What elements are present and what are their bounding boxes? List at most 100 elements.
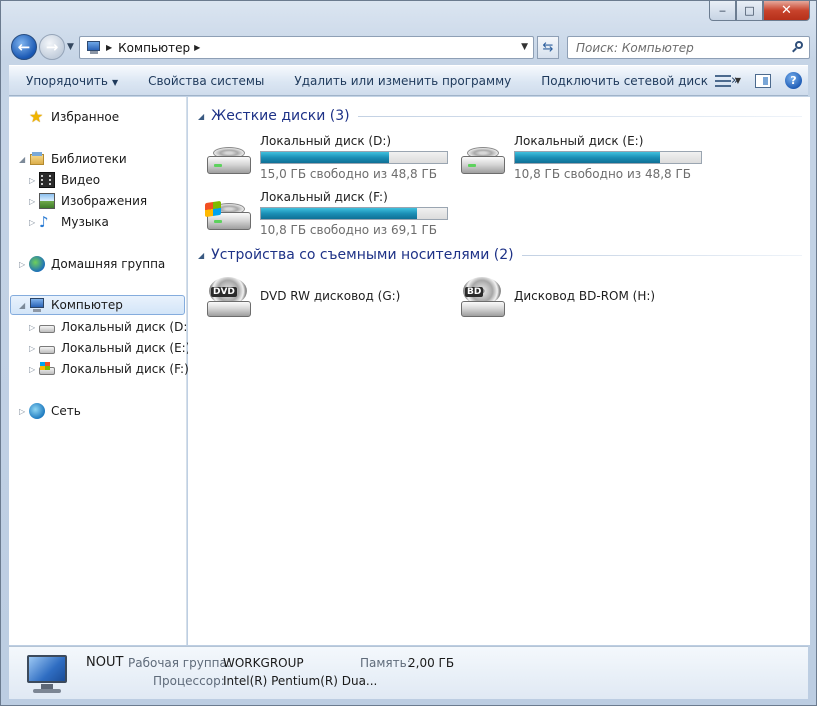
expand-arrow-icon[interactable]: ▷ [29,218,39,227]
forward-button[interactable]: → [39,34,65,60]
hard-drive-icon [39,346,55,354]
nav-item-label: Изображения [61,194,148,208]
navigation-pane: ★ Избранное ◢ Библиотеки ▷ Видео ▷ Изобр… [9,97,192,645]
nav-item-images[interactable]: ▷ Изображения [29,191,147,211]
chevron-down-icon: ▼ [111,77,119,87]
network-icon [29,403,45,419]
close-button[interactable]: ✕ [763,1,810,21]
preview-pane-icon[interactable] [755,73,771,88]
navigation-bar: ← → ▼ ▶ Компьютер ▶ ▼ ⇆ Поиск: Компьютер [9,34,810,62]
cpu-value: Intel(R) Pentium(R) Dua... [223,674,378,688]
nav-item-homegroup[interactable]: ▷ Домашняя группа [19,254,165,274]
expand-arrow-icon[interactable]: ◢ [19,155,29,164]
computer-icon [23,653,71,695]
music-icon: ♪ [39,213,49,231]
organize-button[interactable]: Упорядочить ▼ [9,74,133,88]
content-pane: ◢ Жесткие диски (3) Локальный диск (D:) … [188,97,810,645]
nav-item-computer[interactable]: ◢ Компьютер [10,295,185,315]
dvd-drive-icon: DVD [205,277,253,321]
hard-drive-icon [205,144,253,180]
expand-arrow-icon[interactable]: ▷ [19,407,29,416]
video-icon [39,172,55,188]
nav-item-video[interactable]: ▷ Видео [29,170,100,190]
computer-name: NOUT [86,655,124,670]
change-view-icon[interactable] [714,74,731,88]
nav-item-label: Локальный диск (D:) [61,320,193,334]
bd-drive-icon: BD [459,277,507,321]
group-title: Жесткие диски (3) [211,108,350,124]
address-bar[interactable]: ▶ Компьютер ▶ ▼ [79,36,534,59]
breadcrumb-separator-icon[interactable]: ▶ [106,43,112,52]
nav-item-label: Музыка [61,215,109,229]
images-icon [39,193,55,209]
drive-name: Локальный диск (E:) [514,134,644,148]
expand-arrow-icon[interactable]: ▷ [29,365,39,374]
breadcrumb-separator-icon[interactable]: ▶ [194,43,200,52]
collapse-arrow-icon[interactable]: ◢ [198,112,204,121]
group-divider [521,254,802,256]
uninstall-program-button[interactable]: Удалить или изменить программу [279,74,526,88]
address-history-dropdown-icon[interactable]: ▼ [521,42,528,52]
expand-arrow-icon[interactable]: ▷ [29,176,39,185]
star-icon: ★ [29,107,44,126]
group-header-hard-disks[interactable]: ◢ Жесткие диски (3) [198,105,802,127]
nav-item-music[interactable]: ▷ ♪ Музыка [29,212,109,232]
help-icon[interactable]: ? [785,72,802,89]
drive-free-space: 15,0 ГБ свободно из 48,8 ГБ [260,167,438,181]
explorer-window: ‒ □ ✕ ← → ▼ ▶ Компьютер ▶ ▼ ⇆ Поиск: Ком… [0,0,817,706]
nav-item-label: Видео [61,173,101,187]
search-icon[interactable] [791,40,805,54]
nav-item-network[interactable]: ▷ Сеть [19,401,81,421]
nav-item-label: Локальный диск (F:) [61,362,189,376]
drive-name: Дисковод BD-ROM (H:) [514,289,656,303]
system-properties-button[interactable]: Свойства системы [133,74,279,88]
back-button[interactable]: ← [11,34,37,60]
view-options-dropdown-icon[interactable]: ▼ [735,76,741,85]
drive-name: Локальный диск (D:) [260,134,392,148]
drive-usage-bar [260,207,448,220]
nav-item-drive-f[interactable]: ▷ Локальный диск (F:) [29,359,189,379]
nav-item-label: Домашняя группа [51,257,166,271]
windows-logo-icon [205,200,221,218]
expand-arrow-icon[interactable]: ▷ [29,323,39,332]
nav-item-drive-d[interactable]: ▷ Локальный диск (D:) [29,317,192,337]
drive-free-space: 10,8 ГБ свободно из 48,8 ГБ [514,167,692,181]
recent-pages-dropdown-icon[interactable]: ▼ [67,42,74,52]
drive-free-space: 10,8 ГБ свободно из 69,1 ГБ [260,223,438,237]
expand-arrow-icon[interactable]: ▷ [29,197,39,206]
nav-item-favorites[interactable]: ★ Избранное [19,107,119,127]
system-drive-icon [205,200,253,236]
nav-item-libraries[interactable]: ◢ Библиотеки [19,149,127,169]
expand-arrow-icon[interactable]: ▷ [29,344,39,353]
memory-value: 2,00 ГБ [408,656,455,670]
expand-arrow-icon[interactable]: ▷ [19,260,29,269]
hard-drive-icon [459,144,507,180]
expand-arrow-icon[interactable]: ◢ [19,301,29,310]
toolbar-right: ▼ ? [714,72,802,89]
refresh-button[interactable]: ⇆ [537,36,559,59]
nav-item-label: Локальный диск (E:) [61,341,191,355]
search-input[interactable]: Поиск: Компьютер [567,36,810,59]
group-title: Устройства со съемными носителями (2) [211,247,514,263]
map-network-drive-button[interactable]: Подключить сетевой диск [526,74,723,88]
libraries-icon [29,151,45,167]
nav-item-label: Сеть [51,404,81,418]
drive-usage-bar [260,151,448,164]
breadcrumb-computer[interactable]: Компьютер [118,41,190,55]
collapse-arrow-icon[interactable]: ◢ [198,251,204,260]
hard-drive-icon [39,325,55,333]
caption-buttons: ‒ □ ✕ [709,1,810,21]
computer-icon [29,297,45,313]
minimize-button[interactable]: ‒ [709,1,736,21]
nav-item-drive-e[interactable]: ▷ Локальный диск (E:) [29,338,190,358]
optical-drive-h[interactable]: BD Дисковод BD-ROM (H:) [459,273,709,321]
details-pane: NOUT Рабочая группа: WORKGROUP Память: 2… [9,646,808,699]
nav-item-label: Избранное [51,110,120,124]
optical-drive-g[interactable]: DVD DVD RW дисковод (G:) [205,273,455,321]
maximize-button[interactable]: □ [736,1,763,21]
drive-item-e[interactable]: Локальный диск (E:) 10,8 ГБ свободно из … [459,134,709,186]
drive-item-d[interactable]: Локальный диск (D:) 15,0 ГБ свободно из … [205,134,455,186]
drive-item-f[interactable]: Локальный диск (F:) 10,8 ГБ свободно из … [205,190,455,242]
group-header-removable[interactable]: ◢ Устройства со съемными носителями (2) [198,244,802,266]
bd-badge: BD [465,287,484,297]
